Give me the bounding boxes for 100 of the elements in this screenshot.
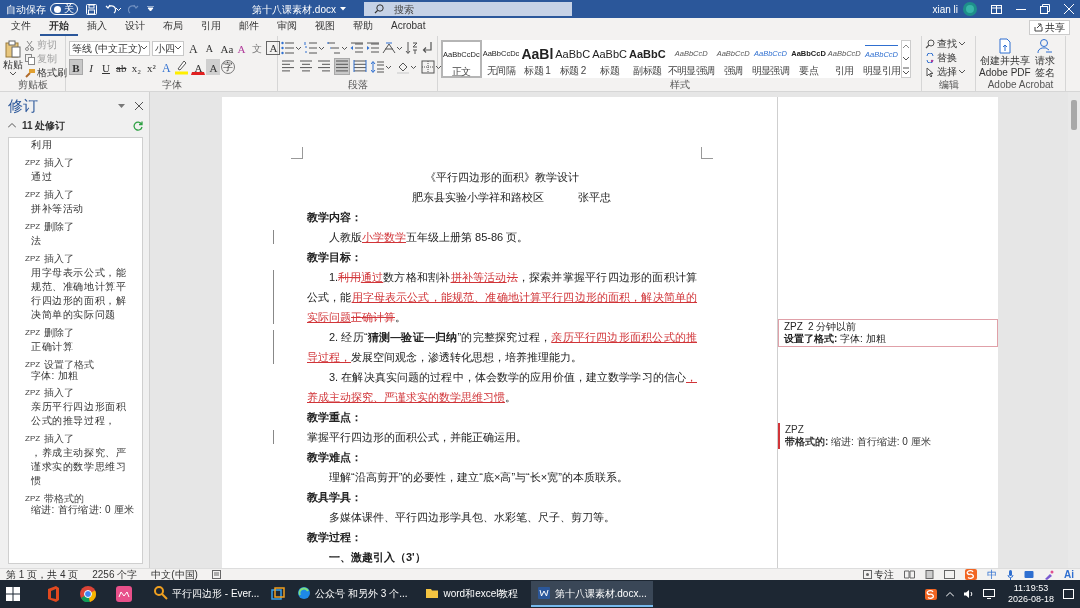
text-effect-button[interactable]: A [159,59,174,75]
paragraph: 掌握平行四边形的面积公式，并能正确运用。 [307,427,697,447]
revision-count: 11 处修订 [22,119,66,133]
revision-text[interactable]: 正确计算 [25,340,136,354]
comment-balloon[interactable]: ZPZ 带格式的: 缩进: 首行缩进: 0 厘米 [778,423,998,449]
group-label: 编辑 [937,79,960,91]
ribbon-tab[interactable]: 设计 [116,19,154,36]
revision-text[interactable]: 字体: 加粗 [25,370,136,382]
revision-author: ZPZ [25,433,41,444]
find-button[interactable]: 查找 [925,38,972,50]
section-heading: 教学目标： [307,250,363,265]
revision-author: ZPZ [25,493,41,503]
revision-action: 插入了 [44,253,75,264]
create-pdf-button[interactable]: 创建并共享 Adobe PDF [979,38,1031,79]
ai-button[interactable]: Ai [1064,568,1074,581]
revision-text[interactable]: 亲历平行四边形面积公式的推导过程， [25,400,136,428]
revision-author: ZPZ [25,327,41,338]
comment-time: 2 分钟以前 [807,321,857,333]
section-heading: 教学重点： [307,410,363,425]
revision-action: 插入了 [44,387,75,398]
comment-author: ZPZ [784,321,803,333]
group-label: 剪贴板 [16,79,49,91]
superscript-button[interactable]: x² [144,59,159,75]
revision-text[interactable]: ，养成主动探究、严谨求实的数学思维习惯 [25,446,136,488]
school-name: 肥东县实验小学祥和路校区 [411,190,544,205]
user-name: xian li [932,2,958,17]
select-button[interactable]: 选择 [925,66,972,78]
revision-author: ZPZ [25,189,41,200]
replace-button[interactable]: 替换 [925,52,972,64]
ribbon-tab[interactable]: 引用 [192,19,230,36]
paragraph: 2. 经历“猜测—验证—归纳”的完整探究过程，亲历平行四边形面积公式的推导过程，发展空间观念，渗透转化思想，培养推理能力。 [307,327,697,367]
author-name: 张平忠 [577,190,611,205]
share-button[interactable]: 共享 [1029,20,1070,35]
revision-action: 删除了 [44,221,75,232]
ribbon-tab[interactable]: 帮助 [344,19,382,36]
format-painter-button[interactable]: 格式刷 [25,67,67,79]
section-heading: 教学过程： [307,530,363,545]
comment-text: 设置了格式: 字体: 加粗 [784,333,887,345]
section-heading: 教学难点： [307,450,363,465]
phonetic-guide-button[interactable]: 文 [250,40,265,56]
ribbon-tab[interactable]: Acrobat [382,19,435,36]
subscript-button[interactable]: x₂ [129,59,144,75]
underline-button[interactable]: U [99,59,113,75]
grow-font-button[interactable]: A [186,40,201,56]
italic-button[interactable]: I [84,59,98,75]
language: 中文(中国) [151,568,198,581]
bold-button[interactable]: B [69,59,83,75]
ribbon-tab[interactable]: 邮件 [230,19,268,36]
revision-author: ZPZ [25,387,41,398]
request-signature-button[interactable]: 请求 签名 [1034,38,1055,79]
revision-text[interactable]: 利用 [25,138,136,152]
revision-text[interactable]: 法 [25,234,136,248]
focus-button[interactable]: 专注 [863,568,894,581]
section-heading: 教具学具： [307,490,363,505]
group-label: 样式 [668,79,691,91]
revision-action: 插入了 [44,433,75,444]
ribbon-tab[interactable]: 视图 [306,19,344,36]
taskbar-app[interactable]: 第十八课素材.docx... [530,581,653,607]
ime-mode[interactable]: 中 [987,568,997,581]
document-title: 《平行四边形的面积》教学设计 [424,170,580,185]
change-case-button[interactable]: Aa [218,40,233,56]
font-size-field[interactable]: 小四 [152,40,185,56]
clock-time: 11:19:53 [1012,583,1050,594]
comment-balloon[interactable]: ZPZ 2 分钟以前 设置了格式: 字体: 加粗 [778,319,998,347]
ribbon-tab[interactable]: 布局 [154,19,192,36]
style-option[interactable]: AaBbC 标题 [591,40,628,78]
clear-format-button[interactable]: A [234,40,249,56]
revision-action: 插入了 [44,189,75,200]
document-title: 第十八课素材.docx [252,2,336,17]
style-option[interactable]: AaBl 标题 1 [520,40,555,78]
taskbar-app[interactable]: 公众号 和另外 3 个... [291,581,414,607]
strikethrough-button[interactable]: ab [114,59,129,75]
character-shading-button[interactable]: A [206,59,221,75]
revision-text[interactable]: 用字母表示公式，能规范、准确地计算平行四边形的面积，解决简单的实际问题 [25,266,136,322]
group-label: 字体 [160,79,183,91]
clock-date: 2026-08-18 [1007,594,1054,605]
ribbon-tab[interactable]: 文件 [2,19,40,36]
ribbon-tab[interactable]: 插入 [78,19,116,36]
ribbon-tab[interactable]: 审阅 [268,19,306,36]
section-subheading: 一、激趣引入（3'） [328,550,427,565]
revision-action: 带格式的 [44,493,85,504]
search-field[interactable]: 搜索 [364,2,572,16]
revision-action: 插入了 [44,157,75,168]
revision-text[interactable]: 拼补等活动 [25,202,136,216]
paragraph: 3. 在解决真实问题的过程中，体会数学的应用价值，建立数学学习的信心，养成主动探究、严谨求实的数学思维习惯。 [307,370,697,405]
shrink-font-button[interactable]: A [202,40,217,56]
revision-text[interactable]: 缩进: 首行缩进: 0 厘米 [25,504,136,516]
section-heading: 教学内容： [307,210,363,225]
style-option[interactable]: AaBbC 标题 2 [554,40,592,78]
revision-author: ZPZ [25,253,41,264]
taskbar-app[interactable]: word和excel教程 [419,581,525,607]
revision-text[interactable]: 通过 [25,170,136,184]
revision-action: 设置了格式 [44,359,95,370]
paste-button[interactable]: 粘贴 [3,38,23,79]
taskbar-app[interactable]: 平行四边形 - Ever... [148,581,266,607]
font-name-field[interactable]: 等线 (中文正文) [69,40,151,56]
revision-author: ZPZ [25,221,41,232]
character-border-button[interactable]: A [266,41,281,55]
style-option[interactable]: AaBbC 副标题 [628,40,667,78]
revision-author: ZPZ [25,359,41,370]
